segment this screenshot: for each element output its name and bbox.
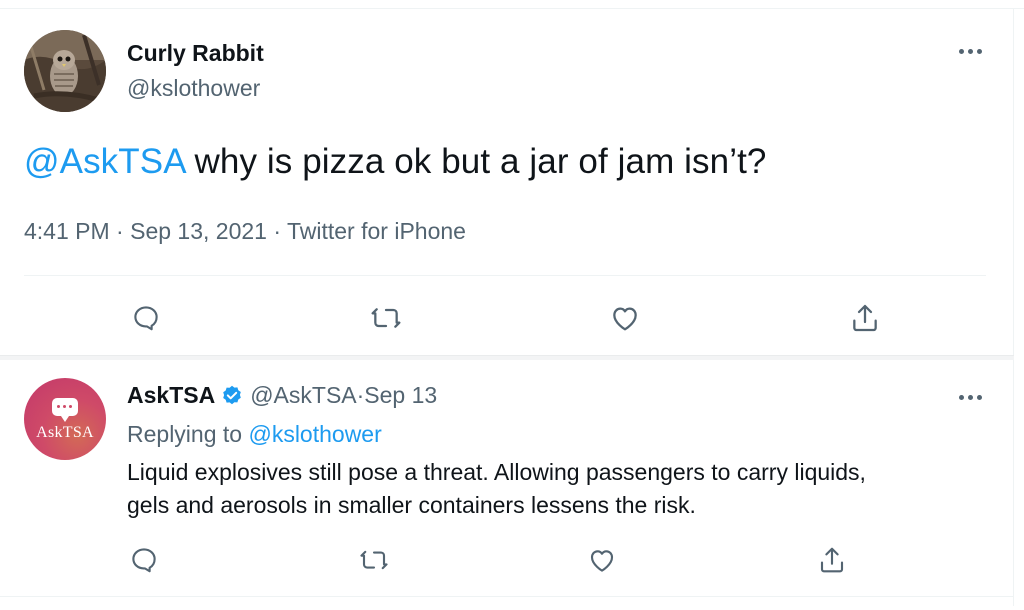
replying-to-link[interactable]: @kslothower: [248, 421, 381, 447]
tweet-body: why is pizza ok but a jar of jam isn’t?: [184, 142, 767, 181]
reply-icon: [134, 306, 158, 331]
reply-share-button[interactable]: [812, 540, 852, 580]
reply-text-line: gels and aerosols in smaller containers …: [127, 492, 696, 518]
display-name[interactable]: Curly Rabbit: [127, 40, 264, 67]
chat-dots-icon: [57, 405, 72, 408]
top-divider: [0, 8, 1024, 9]
tweet-time[interactable]: 4:41 PM: [24, 218, 110, 244]
user-handle[interactable]: @kslothower: [127, 75, 260, 102]
reply-display-name[interactable]: AskTSA: [127, 382, 215, 409]
meta-separator: ·: [266, 218, 287, 244]
replying-prefix: Replying to: [127, 421, 249, 447]
reply-button[interactable]: [126, 298, 166, 338]
reply-reply-button[interactable]: [124, 540, 164, 580]
mention-link[interactable]: @AskTSA: [24, 142, 185, 181]
share-icon: [853, 304, 877, 332]
reply-retweet-button[interactable]: [354, 540, 394, 580]
reply-more-options-button[interactable]: [950, 382, 990, 412]
tweet-text: @AskTSA why is pizza ok but a jar of jam…: [24, 142, 766, 182]
like-button[interactable]: [605, 298, 645, 338]
reply-icon: [132, 548, 156, 573]
retweet-icon: [360, 550, 388, 570]
reply-text-line: Liquid explosives still pose a threat. A…: [127, 459, 866, 485]
owl-photo-icon: [24, 30, 106, 112]
tweet-source[interactable]: Twitter for iPhone: [287, 218, 466, 244]
thread-separator: [0, 355, 1014, 360]
more-dots-icon: [958, 394, 982, 400]
share-button[interactable]: [845, 298, 885, 338]
reply-header: AskTSA @AskTSA · Sep 13: [127, 382, 437, 409]
tweet-metadata: 4:41 PM · Sep 13, 2021 · Twitter for iPh…: [24, 218, 466, 245]
more-options-button[interactable]: [950, 36, 990, 66]
right-border: [1013, 8, 1014, 606]
reply-handle[interactable]: @AskTSA: [250, 382, 356, 409]
meta-separator: ·: [109, 218, 131, 244]
reply-text: Liquid explosives still pose a threat. A…: [127, 456, 977, 522]
reply-like-button[interactable]: [582, 540, 622, 580]
reply-date[interactable]: Sep 13: [364, 382, 437, 409]
share-icon: [820, 547, 844, 573]
tweet-date[interactable]: Sep 13, 2021: [130, 218, 267, 244]
more-dots-icon: [958, 48, 982, 54]
bottom-divider: [0, 596, 1014, 597]
avatar-asktsa[interactable]: AskTSA: [24, 378, 106, 460]
retweet-button[interactable]: [366, 298, 406, 338]
avatar-curly-rabbit[interactable]: [24, 30, 106, 112]
retweet-icon: [371, 308, 401, 328]
meta-separator: ·: [356, 382, 365, 408]
like-icon: [590, 550, 614, 572]
verified-badge-icon: [220, 384, 244, 408]
replying-to: Replying to @kslothower: [127, 421, 382, 448]
like-icon: [613, 307, 637, 331]
avatar-label: AskTSA: [36, 424, 94, 441]
tweet-thread: Curly Rabbit @kslothower @AskTSA why is …: [0, 0, 1024, 610]
divider: [24, 275, 986, 276]
